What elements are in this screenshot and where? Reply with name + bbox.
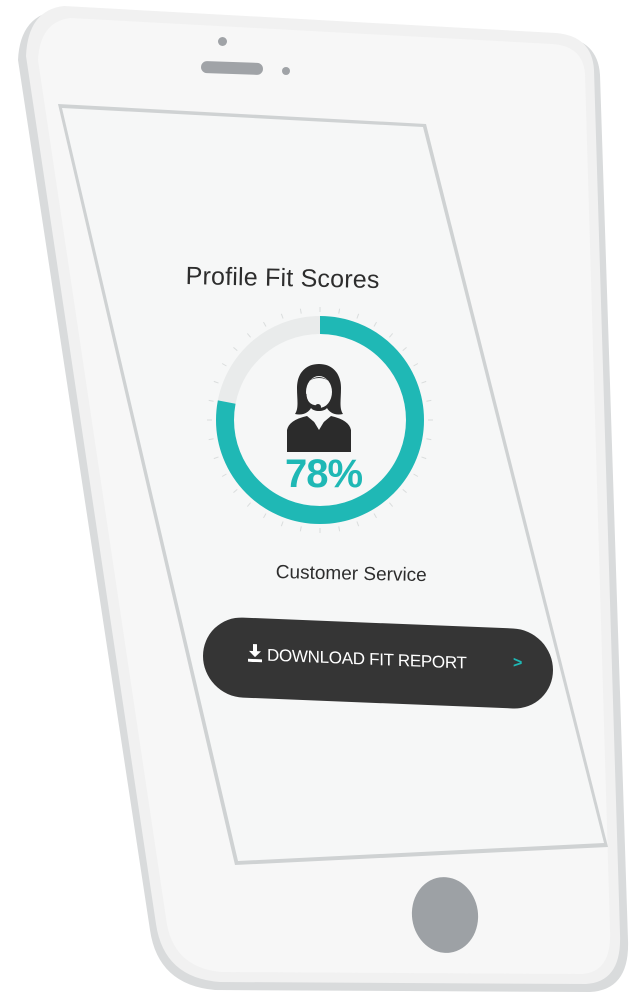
gauge-tick — [421, 380, 427, 384]
gauge-tick — [413, 363, 419, 367]
download-icon — [248, 644, 262, 663]
gauge-tick — [246, 333, 251, 338]
gauge-tick — [373, 321, 377, 327]
gauge-tick — [208, 399, 214, 402]
gauge-tick — [338, 308, 341, 314]
customer-service-agent-icon — [287, 364, 351, 452]
gauge-tick — [221, 473, 227, 477]
gauge-tick — [299, 526, 302, 532]
download-fit-report-button[interactable]: DOWNLOAD FIT REPORT > — [203, 616, 553, 711]
download-button-label: DOWNLOAD FIT REPORT — [267, 645, 467, 673]
gauge-tick — [263, 321, 267, 327]
gauge-tick — [413, 473, 419, 477]
page-title: Profile Fit Scores — [185, 262, 380, 295]
gauge-tick — [280, 313, 284, 319]
fit-score-percent: 78% — [285, 452, 363, 496]
gauge-tick — [426, 399, 432, 402]
gauge-tick — [246, 502, 251, 507]
gauge-tick — [208, 438, 214, 441]
gauge-tick — [233, 489, 238, 494]
role-label: Customer Service — [275, 562, 427, 587]
gauge-tick — [389, 502, 394, 507]
gauge-tick — [213, 380, 219, 384]
gauge-tick — [402, 346, 407, 351]
gauge-tick — [421, 456, 427, 460]
gauge-tick — [338, 526, 341, 532]
gauge-tick — [356, 313, 360, 319]
screen-content: Profile Fit Scores 78% Customer Service … — [0, 0, 633, 1000]
gauge-tick — [280, 521, 284, 527]
gauge-tick — [402, 489, 407, 494]
gauge-tick — [299, 308, 302, 314]
gauge-tick — [356, 521, 360, 527]
gauge-tick — [233, 346, 238, 351]
gauge-tick — [426, 438, 432, 441]
chevron-right-icon: > — [513, 654, 523, 672]
gauge-tick — [373, 513, 377, 519]
gauge-tick — [221, 363, 227, 367]
gauge-tick — [263, 513, 267, 519]
gauge-tick — [213, 456, 219, 460]
gauge-tick — [389, 333, 394, 338]
